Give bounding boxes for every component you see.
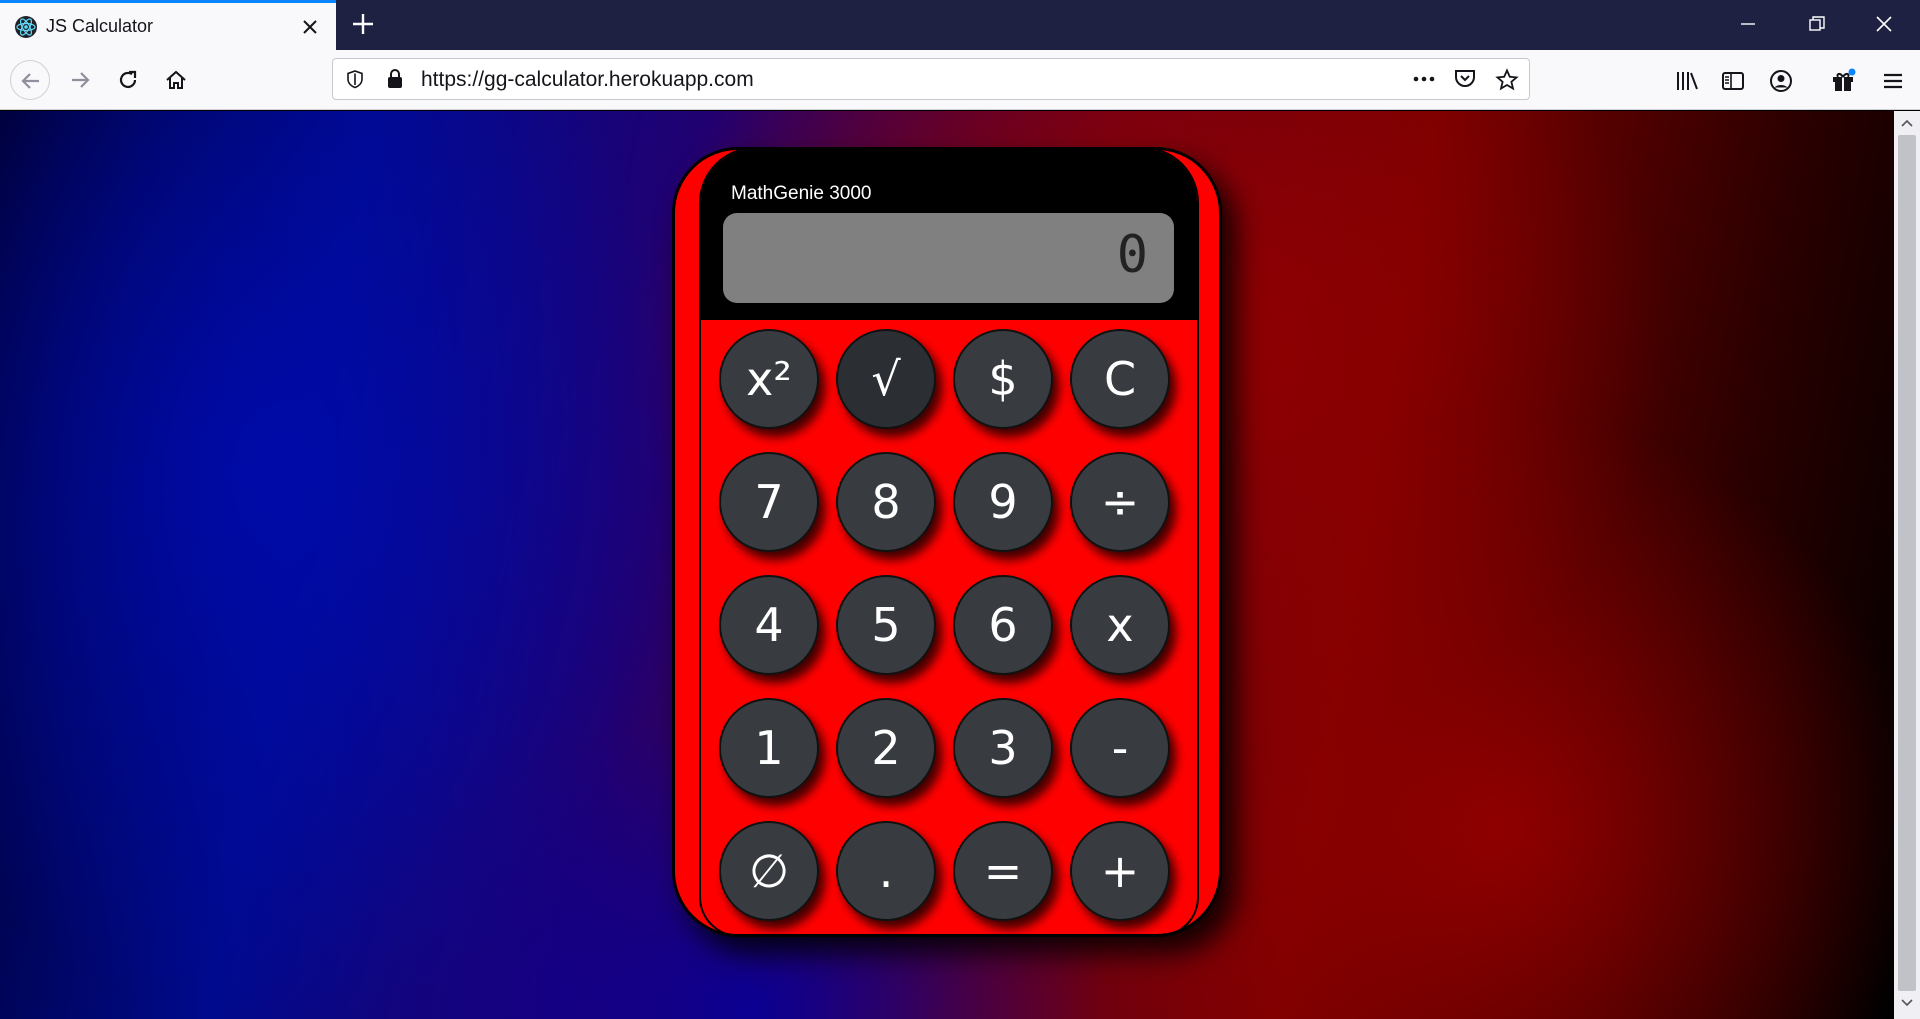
brand-label: MathGenie 3000 (731, 183, 872, 204)
digit-1-button[interactable]: 1 (719, 698, 819, 798)
minimize-icon[interactable] (1736, 12, 1760, 36)
calculator: MathGenie 3000 0 x² √ $ C 7 8 9 ÷ 4 5 6 … (672, 147, 1222, 937)
more-actions-icon[interactable] (1411, 69, 1437, 89)
calculator-face: MathGenie 3000 0 x² √ $ C 7 8 9 ÷ 4 5 6 … (699, 147, 1199, 937)
square-root-button[interactable]: √ (836, 329, 936, 429)
arrow-right-icon (72, 72, 90, 88)
display-value: 0 (1116, 225, 1150, 285)
scroll-up-icon[interactable] (1900, 117, 1914, 129)
scroll-down-icon[interactable] (1900, 997, 1914, 1009)
reload-button[interactable] (108, 60, 148, 100)
library-icon[interactable] (1674, 68, 1700, 94)
decimal-button[interactable]: . (836, 821, 936, 921)
close-tab-icon[interactable] (296, 13, 324, 41)
square-button[interactable]: x² (719, 329, 819, 429)
gift-icon[interactable] (1830, 68, 1856, 94)
close-window-icon[interactable] (1872, 12, 1896, 36)
sidebar-icon[interactable] (1720, 68, 1746, 94)
currency-button[interactable]: $ (953, 329, 1053, 429)
add-button[interactable]: + (1070, 821, 1170, 921)
equals-button[interactable]: = (953, 821, 1053, 921)
digit-0-button[interactable]: ∅ (719, 821, 819, 921)
new-tab-icon[interactable] (348, 9, 378, 39)
url-text[interactable]: https://gg-calculator.herokuapp.com (421, 68, 754, 92)
vertical-scrollbar[interactable] (1894, 111, 1920, 1019)
reload-icon (119, 70, 137, 89)
digit-7-button[interactable]: 7 (719, 452, 819, 552)
digit-4-button[interactable]: 4 (719, 575, 819, 675)
bookmark-star-icon[interactable] (1495, 68, 1519, 92)
pocket-icon[interactable] (1453, 68, 1477, 90)
digit-5-button[interactable]: 5 (836, 575, 936, 675)
page-content: MathGenie 3000 0 x² √ $ C 7 8 9 ÷ 4 5 6 … (0, 111, 1894, 1019)
digit-3-button[interactable]: 3 (953, 698, 1053, 798)
scrollbar-thumb[interactable] (1898, 135, 1916, 991)
account-icon[interactable] (1768, 68, 1794, 94)
tab-title: JS Calculator (46, 16, 154, 36)
tracking-shield-icon[interactable] (345, 69, 365, 89)
subtract-button[interactable]: - (1070, 698, 1170, 798)
digit-8-button[interactable]: 8 (836, 452, 936, 552)
home-icon (166, 70, 186, 89)
forward-button[interactable] (60, 60, 100, 100)
address-bar[interactable]: https://gg-calculator.herokuapp.com (332, 58, 1530, 100)
calculator-display: 0 (723, 213, 1174, 303)
react-icon (15, 16, 37, 38)
tab-js-calculator[interactable]: JS Calculator (0, 0, 336, 50)
tab-strip: JS Calculator (0, 0, 1920, 50)
home-button[interactable] (156, 60, 196, 100)
clear-button[interactable]: C (1070, 329, 1170, 429)
calculator-header: MathGenie 3000 0 (701, 149, 1197, 320)
digit-6-button[interactable]: 6 (953, 575, 1053, 675)
restore-icon[interactable] (1805, 12, 1829, 36)
navigation-toolbar: https://gg-calculator.herokuapp.com (0, 50, 1920, 110)
hamburger-menu-icon[interactable] (1880, 68, 1906, 94)
digit-9-button[interactable]: 9 (953, 452, 1053, 552)
arrow-left-icon (21, 73, 39, 89)
divide-button[interactable]: ÷ (1070, 452, 1170, 552)
digit-2-button[interactable]: 2 (836, 698, 936, 798)
lock-icon[interactable] (385, 68, 405, 90)
back-button[interactable] (10, 60, 50, 100)
multiply-button[interactable]: x (1070, 575, 1170, 675)
